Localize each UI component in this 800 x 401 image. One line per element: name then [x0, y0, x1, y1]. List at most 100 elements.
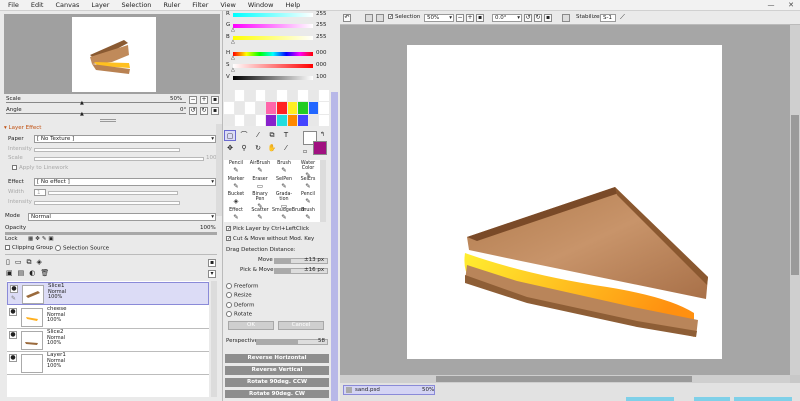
selection-source-checkbox[interactable]: Selection Source	[55, 245, 109, 253]
selection-visible-box[interactable]: ✓	[388, 14, 393, 20]
zoom-icon[interactable]: ⚲	[238, 143, 250, 154]
brush-brush[interactable]: Brush ✎	[296, 208, 320, 221]
clipping-group-box[interactable]	[5, 245, 10, 250]
color-swatch[interactable]	[277, 114, 287, 126]
color-swatch[interactable]	[298, 114, 308, 126]
layer-list-scrollbar[interactable]	[211, 281, 217, 397]
effect-select[interactable]: [ No effect ] ▾	[34, 178, 216, 186]
brush-scatter[interactable]: Scatter ✎	[248, 208, 272, 221]
color-swatch[interactable]	[255, 114, 266, 126]
color-swatch[interactable]	[266, 114, 276, 126]
pick-layer-checkbox[interactable]: ✓ Pick Layer by Ctrl+LeftClick	[226, 226, 309, 233]
color-swatch[interactable]	[245, 114, 255, 126]
rotate-reset-button[interactable]: ▪	[211, 107, 219, 115]
color-swatch[interactable]	[255, 90, 266, 102]
zoom-out-button[interactable]: −	[189, 96, 197, 104]
color-b-thumb[interactable]: △	[231, 39, 235, 45]
rotate-cw-90-button[interactable]: Rotate 90deg. CW	[225, 390, 329, 398]
color-swatch[interactable]	[266, 102, 276, 114]
radio-resize[interactable]	[226, 292, 232, 298]
layer-row-slice1[interactable]: ● ✎ Slice1 Normal 100%	[7, 282, 209, 305]
color-swatch[interactable]	[319, 90, 329, 102]
intensity2-slider[interactable]	[34, 201, 180, 205]
pen-pressure-icon[interactable]: ⟋	[620, 13, 625, 22]
color-v-slider[interactable]	[233, 76, 313, 80]
color-swatch[interactable]	[319, 102, 329, 114]
color-swatch[interactable]	[308, 90, 319, 102]
color-swatch[interactable]	[245, 102, 255, 114]
invert-selection-button[interactable]	[376, 14, 384, 22]
menu-selection[interactable]: Selection	[115, 0, 157, 11]
color-b-slider[interactable]	[233, 36, 313, 40]
texture-scale-slider[interactable]	[34, 157, 204, 161]
color-h-thumb[interactable]: △	[231, 55, 235, 61]
color-swatch[interactable]	[245, 90, 255, 102]
deselect-button[interactable]	[365, 14, 373, 22]
canvas-horizontal-scrollbar[interactable]	[340, 375, 790, 383]
color-s-slider[interactable]	[233, 64, 313, 68]
text-tool-icon[interactable]: T	[280, 130, 292, 141]
color-swatch[interactable]	[266, 90, 276, 102]
menu-view[interactable]: View	[214, 0, 241, 11]
canvas-document[interactable]	[407, 45, 722, 359]
scale-slider[interactable]	[6, 102, 186, 103]
brush-airbrush[interactable]: AirBrush ✎	[248, 161, 272, 174]
hand-icon[interactable]: ✋	[266, 143, 278, 154]
clear-layer-icon[interactable]: ◐	[29, 269, 40, 277]
color-h-slider[interactable]	[233, 52, 313, 56]
brush-brush[interactable]: Brush ✎	[272, 161, 296, 174]
clipping-group-checkbox[interactable]: Clipping Group	[5, 245, 53, 252]
pick-layer-box[interactable]: ✓	[226, 226, 231, 232]
rotate-right-toolbar-button[interactable]: ↻	[534, 14, 542, 22]
apply-linework-checkbox[interactable]: Apply to Linework	[12, 165, 68, 172]
marquee-icon[interactable]: ▢	[224, 130, 236, 141]
brush-selpen[interactable]: SelPen ✎	[272, 177, 296, 190]
menu-window[interactable]: Window	[242, 0, 280, 11]
brush-selers[interactable]: SelErs ✎	[296, 177, 320, 190]
color-swatch[interactable]	[287, 102, 298, 114]
menu-layer[interactable]: Layer	[85, 0, 115, 11]
copy-layer-icon[interactable]: ⧉	[26, 258, 36, 266]
zoom-in-button[interactable]: +	[200, 96, 208, 104]
brush-marker[interactable]: Marker ✎	[224, 177, 248, 190]
menu-ruler[interactable]: Ruler	[157, 0, 186, 11]
color-s-thumb[interactable]: △	[231, 67, 235, 73]
color-swatch[interactable]	[319, 114, 329, 126]
color-swatch[interactable]	[224, 114, 234, 126]
menu-edit[interactable]: Edit	[25, 0, 50, 11]
rotate-ccw-90-button[interactable]: Rotate 90deg. CCW	[225, 378, 329, 387]
flip-view-button[interactable]	[562, 14, 570, 22]
angle-slider[interactable]	[6, 113, 186, 114]
selection-source-box[interactable]	[55, 245, 61, 251]
fill-bucket-icon[interactable]: ◈	[36, 258, 46, 266]
magic-wand-icon[interactable]: ⁄	[252, 130, 264, 141]
reverse-horizontal-button[interactable]: Reverse Horizontal	[225, 354, 329, 363]
color-swatch[interactable]	[277, 102, 287, 114]
menu-filter[interactable]: Filter	[186, 0, 214, 11]
rotate-left-toolbar-button[interactable]: ↺	[524, 14, 532, 22]
brush-pencil[interactable]: Pencil ✎	[224, 161, 248, 174]
swap-colors-icon[interactable]: ↰	[320, 131, 325, 138]
brush-pencil[interactable]: Pencil ✎	[296, 192, 320, 205]
canvas-vertical-scrollbar[interactable]	[790, 25, 800, 375]
ok-button[interactable]: OK	[228, 321, 274, 330]
eye-icon[interactable]: ●	[9, 354, 17, 362]
tool-panel-scrollbar[interactable]	[331, 92, 338, 401]
rotate-icon[interactable]: ↻	[252, 143, 264, 154]
zoom-reset-button[interactable]: ▪	[211, 96, 219, 104]
layer-row-cheese[interactable]: ● cheese Normal 100%	[7, 306, 209, 329]
rotate-cw-button[interactable]: ↻	[200, 107, 208, 115]
transfer-down-icon[interactable]: ▣	[6, 269, 18, 277]
color-swatch[interactable]	[224, 90, 234, 102]
layer-row-layer1[interactable]: ● Layer1 Normal 100%	[7, 352, 209, 375]
zoom-in-toolbar-button[interactable]: +	[466, 14, 474, 22]
color-swatch[interactable]	[298, 102, 308, 114]
radio-freeform[interactable]	[226, 283, 232, 289]
color-swatch[interactable]	[224, 102, 234, 114]
new-layer-icon[interactable]: ▯	[6, 258, 15, 266]
stabilizer-select[interactable]: S-1	[600, 14, 616, 22]
layer-options-button-2[interactable]: ▾	[208, 270, 216, 278]
opacity-bar[interactable]	[5, 232, 217, 235]
move-arrows-icon[interactable]: ✥	[224, 143, 236, 154]
paper-select[interactable]: [ No Texture ] ▾	[34, 135, 216, 143]
